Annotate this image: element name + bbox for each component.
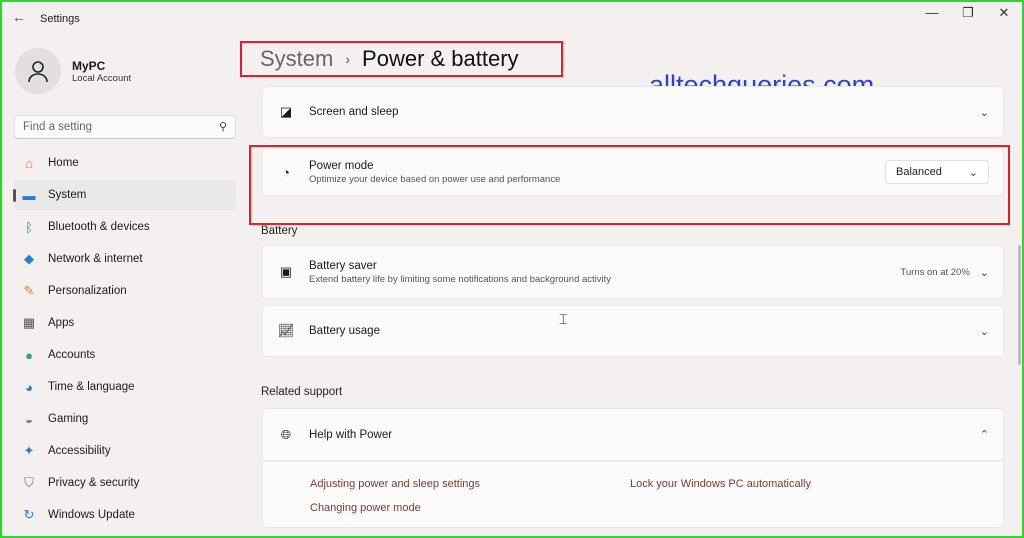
help-with-power-card[interactable]: 🌐︎ Help with Power ⌃ bbox=[262, 408, 1004, 461]
accounts-icon: ● bbox=[25, 347, 33, 363]
system-icon: ▬ bbox=[22, 187, 36, 203]
sidebar-item-time-language[interactable]: ◕ Time & language bbox=[14, 372, 236, 402]
chevron-down-icon[interactable]: ⌄ bbox=[980, 325, 989, 338]
chart-line-icon: 📈︎ bbox=[277, 323, 295, 338]
sidebar-item-label: Privacy & security bbox=[48, 477, 140, 489]
mouse-cursor-icon: ⌶ bbox=[559, 311, 568, 327]
card-title: Screen and sleep bbox=[309, 106, 399, 118]
section-battery: Battery bbox=[261, 225, 298, 237]
account-type: Local Account bbox=[72, 73, 132, 84]
search-placeholder: Find a setting bbox=[23, 121, 93, 133]
sidebar-item-label: Accounts bbox=[48, 349, 96, 361]
sidebar-item-bluetooth-devices[interactable]: ᛒ Bluetooth & devices bbox=[14, 212, 236, 242]
bluetooth-icon: ᛒ bbox=[25, 219, 33, 235]
scrollbar[interactable] bbox=[1018, 245, 1021, 365]
accessibility-icon: ✦ bbox=[23, 443, 35, 458]
minimize-icon[interactable]: — bbox=[920, 5, 944, 20]
sidebar-item-gaming[interactable]: ◒ Gaming bbox=[14, 404, 236, 434]
selection-indicator bbox=[13, 189, 16, 202]
globe-icon: 🌐︎ bbox=[280, 426, 292, 442]
wifi-icon: ◆ bbox=[24, 251, 34, 266]
sidebar-item-privacy-security[interactable]: ⛉ Privacy & security bbox=[14, 468, 236, 498]
sidebar-item-label: Network & internet bbox=[48, 253, 143, 265]
card-title: Help with Power bbox=[309, 428, 393, 441]
sidebar-item-network-internet[interactable]: ◆ Network & internet bbox=[14, 244, 236, 274]
battery-usage-card[interactable]: 📈︎ Battery usage ⌄ bbox=[262, 305, 1004, 357]
card-subtitle: Extend battery life by limiting some not… bbox=[309, 273, 612, 285]
screen-sleep-card[interactable]: ◪ Screen and sleep ⌄ bbox=[262, 86, 1004, 138]
brush-icon: ✎ bbox=[23, 283, 35, 298]
sidebar-item-label: Bluetooth & devices bbox=[48, 221, 150, 233]
user-icon bbox=[28, 61, 48, 83]
sidebar-item-system[interactable]: ▬ System bbox=[13, 180, 236, 210]
help-link[interactable]: Changing power mode bbox=[310, 502, 421, 514]
battery-saver-icon: ▣ bbox=[279, 264, 293, 279]
search-input[interactable]: Find a setting ⚲ bbox=[14, 115, 236, 139]
battery-saver-card[interactable]: ▣ Battery saver Extend battery life by l… bbox=[262, 245, 1004, 299]
sidebar-item-label: Gaming bbox=[48, 413, 89, 425]
help-links-panel: Adjusting power and sleep settings Lock … bbox=[262, 462, 1004, 528]
apps-icon: ▦ bbox=[22, 315, 36, 330]
section-related-support: Related support bbox=[261, 386, 343, 398]
sidebar-item-home[interactable]: ⌂ Home bbox=[14, 148, 236, 178]
sidebar-item-personalization[interactable]: ✎ Personalization bbox=[14, 276, 236, 306]
sidebar-item-apps[interactable]: ▦ Apps bbox=[14, 308, 236, 338]
close-icon[interactable]: ✕ bbox=[992, 5, 1016, 21]
user-name: MyPC bbox=[72, 59, 106, 73]
sidebar-item-label: Home bbox=[48, 157, 79, 169]
home-icon: ⌂ bbox=[25, 155, 33, 171]
sidebar-item-label: Accessibility bbox=[48, 445, 111, 457]
avatar[interactable] bbox=[15, 48, 61, 94]
sidebar-item-label: Personalization bbox=[48, 285, 127, 297]
maximize-icon[interactable]: ❐ bbox=[956, 5, 980, 21]
sidebar-item-windows-update[interactable]: ↻ Windows Update bbox=[14, 500, 236, 530]
card-title: Battery usage bbox=[309, 325, 380, 337]
highlight-box-title bbox=[240, 41, 563, 77]
chevron-down-icon[interactable]: ⌄ bbox=[980, 106, 989, 119]
chevron-down-icon[interactable]: ⌄ bbox=[980, 266, 989, 279]
help-link[interactable]: Lock your Windows PC automatically bbox=[630, 478, 811, 490]
card-title: Battery saver bbox=[309, 259, 377, 272]
highlight-box-power-mode bbox=[249, 145, 1010, 225]
sidebar-item-label: Apps bbox=[48, 317, 75, 329]
gamepad-icon: ◒ bbox=[25, 411, 33, 427]
sidebar-item-accounts[interactable]: ● Accounts bbox=[14, 340, 236, 370]
back-arrow-icon[interactable]: ← bbox=[12, 9, 26, 25]
update-icon: ↻ bbox=[23, 507, 35, 522]
sidebar-item-label: Windows Update bbox=[48, 509, 135, 521]
shield-icon: ⛉ bbox=[24, 475, 34, 490]
battery-saver-status: Turns on at 20% bbox=[900, 266, 970, 278]
sidebar-item-label: Time & language bbox=[48, 381, 135, 393]
search-icon: ⚲ bbox=[218, 121, 227, 133]
sidebar-item-label: System bbox=[48, 189, 87, 201]
screen-sleep-icon: ◪ bbox=[279, 104, 293, 119]
help-link[interactable]: Adjusting power and sleep settings bbox=[310, 478, 480, 490]
chevron-up-icon[interactable]: ⌃ bbox=[980, 428, 989, 441]
sidebar-item-accessibility[interactable]: ✦ Accessibility bbox=[14, 436, 236, 466]
window-title: Settings bbox=[40, 13, 80, 25]
globe-clock-icon: ◕ bbox=[25, 379, 33, 395]
